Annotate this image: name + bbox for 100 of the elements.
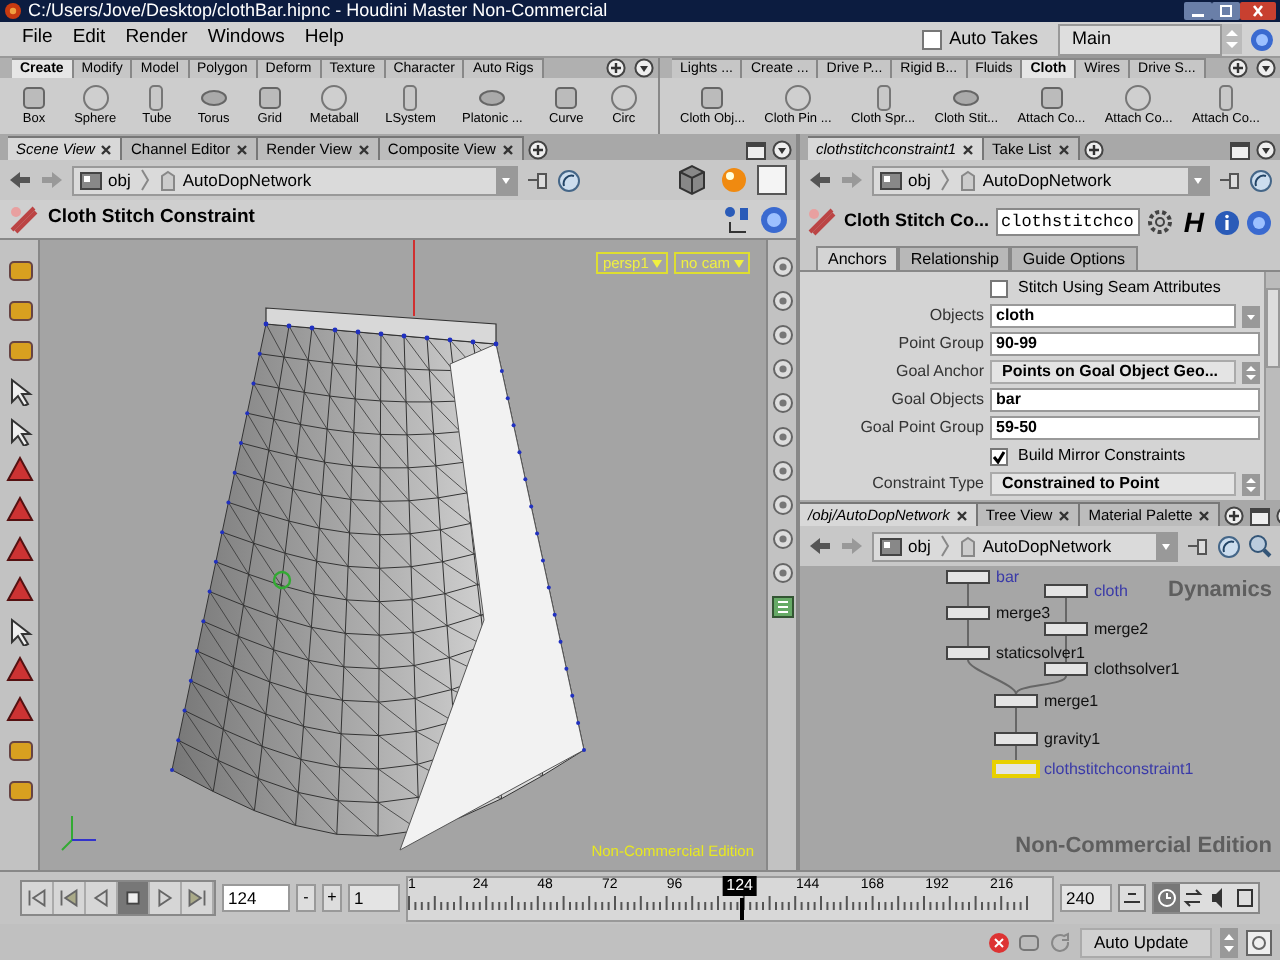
display-option-icon[interactable] xyxy=(771,290,793,312)
node-label[interactable]: merge2 xyxy=(1094,620,1149,638)
node-label[interactable]: merge1 xyxy=(1044,692,1099,710)
node-tree-icon[interactable] xyxy=(724,205,752,233)
close-icon[interactable] xyxy=(962,143,975,155)
path-bar[interactable]: obj AutoDopNetwork xyxy=(872,531,1178,561)
add-icon[interactable] xyxy=(1083,140,1104,160)
end-frame-field[interactable]: 240 xyxy=(1060,884,1112,912)
gear-icon[interactable] xyxy=(1145,208,1174,236)
close-icon[interactable] xyxy=(1058,509,1071,521)
menu-item[interactable]: File xyxy=(12,24,63,54)
close-icon[interactable] xyxy=(100,143,113,155)
close-icon[interactable] xyxy=(501,143,514,155)
triangle-handle-icon[interactable] xyxy=(5,576,33,606)
node-tile[interactable] xyxy=(1044,584,1088,598)
info-icon[interactable] xyxy=(1213,209,1240,235)
back-icon[interactable] xyxy=(8,170,32,190)
dropdown-icon[interactable] xyxy=(1242,305,1260,327)
triangle-handle-icon[interactable] xyxy=(5,656,33,686)
node-label[interactable]: bar xyxy=(996,568,1020,586)
cube-icon[interactable] xyxy=(676,164,708,196)
triangle-handle-icon[interactable] xyxy=(5,496,33,526)
add-icon[interactable] xyxy=(1228,58,1248,78)
menu-icon[interactable] xyxy=(634,58,654,78)
spinner-icon[interactable] xyxy=(1242,361,1260,383)
close-icon[interactable] xyxy=(955,509,968,521)
blank-display-icon[interactable] xyxy=(756,164,788,196)
minimize-icon[interactable] xyxy=(1184,2,1212,20)
clock-icon[interactable] xyxy=(1154,884,1180,912)
update-mode-dropdown[interactable]: Auto Update xyxy=(1080,927,1212,957)
checkbox[interactable] xyxy=(990,279,1008,297)
maximize-icon[interactable] xyxy=(1212,2,1240,20)
close-icon[interactable] xyxy=(236,143,249,155)
spinner-icon[interactable] xyxy=(1242,473,1260,495)
node-label[interactable]: gravity1 xyxy=(1044,730,1101,748)
node-tile[interactable] xyxy=(946,570,990,584)
display-option-icon[interactable] xyxy=(771,426,793,448)
dropdown-menu[interactable]: Constrained to Point xyxy=(990,472,1236,496)
checkbox[interactable] xyxy=(921,29,942,49)
display-option-icon[interactable] xyxy=(771,562,793,584)
text-field[interactable]: 90-99 xyxy=(990,332,1260,356)
menu-icon[interactable] xyxy=(1256,140,1276,160)
node-tile[interactable] xyxy=(946,646,990,660)
path-bar[interactable]: obj AutoDopNetwork xyxy=(872,165,1210,195)
display-option-icon[interactable] xyxy=(771,256,793,278)
path-segment[interactable]: obj xyxy=(880,167,931,193)
spinner-icon[interactable] xyxy=(1220,927,1238,957)
path-bar[interactable]: obj AutoDopNetwork xyxy=(72,165,518,195)
node-label[interactable]: clothsolver1 xyxy=(1094,660,1180,678)
pointer-icon[interactable] xyxy=(5,616,33,646)
node-tile[interactable] xyxy=(994,694,1038,708)
parameter-tab[interactable]: Anchors xyxy=(816,246,899,270)
node-tile[interactable] xyxy=(946,606,990,620)
loop-icon[interactable] xyxy=(1180,884,1206,912)
path-segment[interactable]: obj xyxy=(880,533,931,559)
stop-sign-icon[interactable] xyxy=(988,931,1010,953)
text-field[interactable]: 59-50 xyxy=(990,416,1260,440)
h-glyph-button[interactable]: H xyxy=(1179,208,1208,236)
path-segment[interactable]: AutoDopNetwork xyxy=(960,533,1112,559)
triangle-handle-icon[interactable] xyxy=(5,536,33,566)
decrement-button[interactable]: - xyxy=(296,884,316,912)
display-option-icon[interactable] xyxy=(771,494,793,516)
pointer-icon[interactable] xyxy=(5,376,33,406)
close-icon[interactable] xyxy=(1198,509,1211,521)
increment-button[interactable]: + xyxy=(322,884,342,912)
display-option-icon[interactable] xyxy=(771,460,793,482)
dropdown-icon[interactable] xyxy=(496,167,516,193)
maximize-icon[interactable] xyxy=(1250,508,1271,526)
back-icon[interactable] xyxy=(808,170,832,190)
node-label[interactable]: cloth xyxy=(1094,582,1128,600)
text-field[interactable]: cloth xyxy=(990,304,1236,328)
node-name-field[interactable]: clothstitchco xyxy=(995,208,1140,236)
path-segment[interactable]: obj xyxy=(80,167,131,193)
node-label[interactable]: merge3 xyxy=(996,604,1051,622)
node-label[interactable]: staticsolver1 xyxy=(996,644,1085,662)
text-field[interactable]: bar xyxy=(990,388,1260,412)
triangle-handle-icon[interactable] xyxy=(5,456,33,486)
audio-icon[interactable] xyxy=(1206,884,1232,912)
add-icon[interactable] xyxy=(606,58,626,78)
pointer-icon[interactable] xyxy=(5,416,33,446)
start-frame-field[interactable]: 1 xyxy=(348,884,400,912)
display-option-icon[interactable] xyxy=(771,528,793,550)
close-icon[interactable] xyxy=(1240,2,1276,20)
triangle-handle-icon[interactable] xyxy=(5,696,33,726)
maximize-icon[interactable] xyxy=(746,142,766,160)
node-tile[interactable] xyxy=(1044,662,1088,676)
display-option-icon[interactable] xyxy=(771,324,793,346)
dropdown-icon[interactable] xyxy=(1156,533,1176,559)
add-icon[interactable] xyxy=(527,140,548,160)
parameter-tab[interactable]: Relationship xyxy=(898,246,1011,270)
stop-icon[interactable] xyxy=(118,882,150,914)
playhead[interactable] xyxy=(739,897,744,919)
menu-item[interactable]: Render xyxy=(115,24,198,54)
add-icon[interactable] xyxy=(1224,506,1245,526)
range-icon[interactable] xyxy=(1232,884,1258,912)
take-dropdown[interactable]: Main xyxy=(1058,23,1222,55)
close-icon[interactable] xyxy=(1057,143,1070,155)
display-option-icon[interactable] xyxy=(771,392,793,414)
path-segment[interactable]: AutoDopNetwork xyxy=(960,167,1112,193)
back-icon[interactable] xyxy=(808,536,832,556)
